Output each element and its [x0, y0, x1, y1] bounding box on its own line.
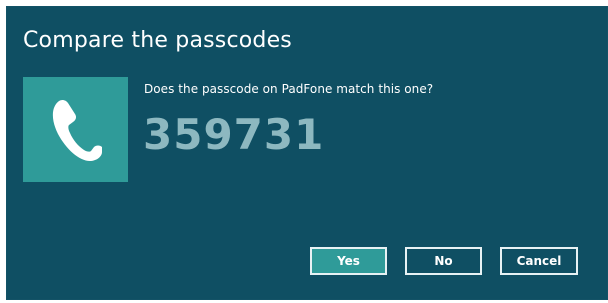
phone-icon [52, 99, 102, 161]
yes-button[interactable]: Yes [310, 247, 387, 275]
dialog-actions: Yes No Cancel [310, 247, 580, 275]
no-button[interactable]: No [405, 247, 482, 275]
cancel-button[interactable]: Cancel [500, 247, 578, 275]
device-tile [23, 77, 128, 182]
passcode-value: 359731 [143, 110, 325, 159]
passcode-dialog: Compare the passcodes Does the passcode … [6, 6, 608, 300]
passcode-question: Does the passcode on PadFone match this … [144, 82, 434, 96]
dialog-title: Compare the passcodes [23, 28, 292, 53]
